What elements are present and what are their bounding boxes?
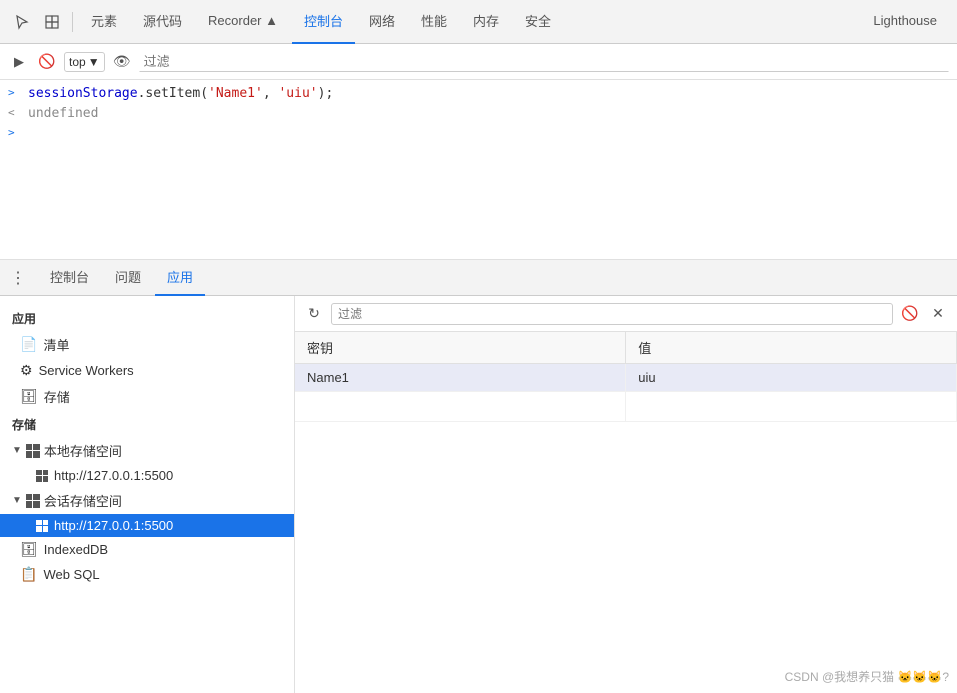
tab-console[interactable]: 控制台 xyxy=(292,0,355,44)
run-icon[interactable]: ▶ xyxy=(8,51,30,73)
sidebar-item-storage[interactable]: 🗄 存储 xyxy=(0,383,294,410)
sidebar-item-manifest[interactable]: 📄 清单 xyxy=(0,331,294,358)
sidebar-section-app: 应用 xyxy=(0,304,294,331)
tab-elements[interactable]: 元素 xyxy=(79,0,129,44)
sidebar-item-indexeddb[interactable]: 🗄 IndexedDB xyxy=(0,537,294,562)
local-url-grid-icon xyxy=(36,470,48,482)
empty-key-cell xyxy=(295,392,626,422)
bottom-tabbar: ⋮ 控制台 问题 应用 xyxy=(0,260,957,296)
output-arrow-icon: < xyxy=(8,106,24,119)
sidebar-sub-session-storage-url[interactable]: http://127.0.0.1:5500 xyxy=(0,514,294,537)
sidebar-sw-label: Service Workers xyxy=(39,363,134,378)
websql-icon: 📋 xyxy=(20,566,37,583)
tab-lighthouse[interactable]: Lighthouse xyxy=(861,0,949,44)
sidebar-group-local-storage[interactable]: ▼ 本地存储空间 xyxy=(0,437,294,464)
prompt-arrow-icon: > xyxy=(8,126,24,139)
dropdown-arrow-icon: ▼ xyxy=(88,55,100,69)
right-toolbar: ↻ 🚫 ✕ xyxy=(295,296,957,332)
websql-label: Web SQL xyxy=(43,567,99,582)
col-header-value: 值 xyxy=(626,332,957,364)
console-output: > sessionStorage.setItem('Name1', 'uiu')… xyxy=(0,80,957,260)
chevron-down-icon-2: ▼ xyxy=(12,495,22,506)
console-toolbar: ▶ 🚫 top ▼ 👁 xyxy=(0,44,957,80)
storage-table: 密钥 值 Name1 uiu xyxy=(295,332,957,422)
table-header-row: 密钥 值 xyxy=(295,332,957,364)
console-line-input: > sessionStorage.setItem('Name1', 'uiu')… xyxy=(0,84,957,104)
chevron-down-icon: ▼ xyxy=(12,445,22,456)
console-filter-input[interactable] xyxy=(139,51,949,72)
console-line-prompt: > xyxy=(0,124,957,144)
sidebar: 应用 📄 清单 ⚙ Service Workers 🗄 存储 存储 ▼ xyxy=(0,296,295,693)
session-url-grid-icon xyxy=(36,520,48,532)
close-icon[interactable]: ✕ xyxy=(927,303,949,325)
session-storage-url-label: http://127.0.0.1:5500 xyxy=(54,518,173,533)
clear-storage-icon[interactable]: 🚫 xyxy=(899,303,921,325)
indexeddb-icon: 🗄 xyxy=(20,541,38,558)
inspect-icon[interactable] xyxy=(38,8,66,36)
console-code-input: sessionStorage.setItem('Name1', 'uiu'); xyxy=(28,86,333,101)
tab-sources[interactable]: 源代码 xyxy=(131,0,194,44)
context-label: top xyxy=(69,55,86,69)
tab-bottom-application[interactable]: 应用 xyxy=(155,260,205,296)
sidebar-sub-local-storage-url[interactable]: http://127.0.0.1:5500 xyxy=(0,464,294,487)
stop-icon[interactable]: 🚫 xyxy=(36,51,58,73)
storage-icon: 🗄 xyxy=(20,388,38,405)
sidebar-storage-label: 存储 xyxy=(44,387,70,406)
console-line-output: < undefined xyxy=(0,104,957,124)
table-row-empty xyxy=(295,392,957,422)
refresh-icon[interactable]: ↻ xyxy=(303,303,325,325)
tab-security[interactable]: 安全 xyxy=(513,0,563,44)
local-storage-url-label: http://127.0.0.1:5500 xyxy=(54,468,173,483)
tab-network[interactable]: 网络 xyxy=(357,0,407,44)
service-workers-icon: ⚙ xyxy=(20,362,33,379)
local-storage-grid-icon xyxy=(26,444,40,458)
console-output-text: undefined xyxy=(28,106,98,121)
local-storage-label: 本地存储空间 xyxy=(44,441,122,460)
divider xyxy=(72,12,73,32)
sidebar-item-websql[interactable]: 📋 Web SQL xyxy=(0,562,294,587)
session-storage-label: 会话存储空间 xyxy=(44,491,122,510)
table-row[interactable]: Name1 uiu xyxy=(295,364,957,392)
storage-table-container: 密钥 值 Name1 uiu xyxy=(295,332,957,693)
sidebar-section-storage: 存储 xyxy=(0,410,294,437)
tab-bottom-console[interactable]: 控制台 xyxy=(38,260,101,296)
manifest-icon: 📄 xyxy=(20,336,37,353)
col-header-key: 密钥 xyxy=(295,332,626,364)
input-arrow-icon: > xyxy=(8,86,24,99)
empty-value-cell xyxy=(626,392,957,422)
cursor-icon[interactable] xyxy=(8,8,36,36)
top-tabbar: 元素 源代码 Recorder ▲ 控制台 网络 性能 内存 安全 Lighth… xyxy=(0,0,957,44)
sidebar-group-session-storage[interactable]: ▼ 会话存储空间 xyxy=(0,487,294,514)
storage-filter-input[interactable] xyxy=(331,303,893,325)
bottom-content: 应用 📄 清单 ⚙ Service Workers 🗄 存储 存储 ▼ xyxy=(0,296,957,693)
bottom-panel: ⋮ 控制台 问题 应用 应用 📄 清单 ⚙ Service Workers 🗄 … xyxy=(0,260,957,693)
right-panel: ↻ 🚫 ✕ 密钥 值 Name1 xyxy=(295,296,957,693)
session-storage-grid-icon xyxy=(26,494,40,508)
context-select[interactable]: top ▼ xyxy=(64,52,105,72)
tab-recorder[interactable]: Recorder ▲ xyxy=(196,0,290,44)
more-options-icon[interactable]: ⋮ xyxy=(8,268,28,288)
cell-value: uiu xyxy=(626,364,957,392)
tab-memory[interactable]: 内存 xyxy=(461,0,511,44)
tab-performance[interactable]: 性能 xyxy=(409,0,459,44)
tab-bottom-issues[interactable]: 问题 xyxy=(103,260,153,296)
sidebar-item-service-workers[interactable]: ⚙ Service Workers xyxy=(0,358,294,383)
indexeddb-label: IndexedDB xyxy=(44,542,108,557)
sidebar-manifest-label: 清单 xyxy=(43,335,69,354)
cell-key: Name1 xyxy=(295,364,626,392)
eye-icon[interactable]: 👁 xyxy=(111,51,133,73)
